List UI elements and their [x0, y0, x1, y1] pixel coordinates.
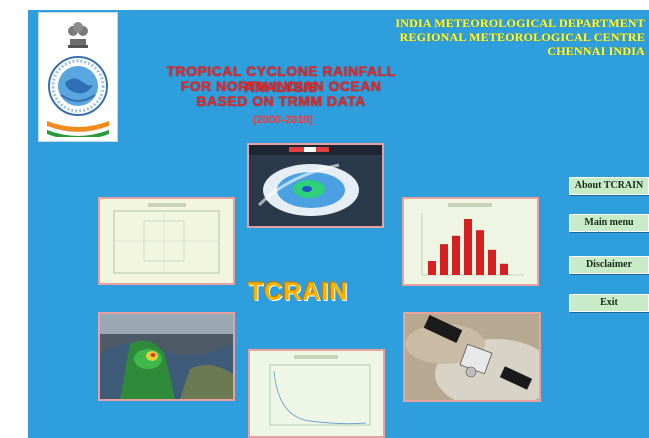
line-plot-graphic: [250, 351, 383, 436]
exit-button[interactable]: Exit: [569, 294, 649, 312]
department-name: INDIA METEOROLOGICAL DEPARTMENT: [395, 16, 645, 30]
location-name: CHENNAI INDIA: [547, 44, 645, 58]
bar-6: [488, 249, 496, 275]
about-tcrain-button[interactable]: About TCRAIN: [569, 177, 649, 195]
contour-plot-graphic: [100, 199, 233, 283]
imd-logo-panel: [38, 12, 118, 142]
imd-globe-icon: [48, 56, 108, 116]
contour-plot-thumbnail: [98, 197, 235, 285]
satellite-image-graphic: [249, 145, 382, 226]
main-menu-button[interactable]: Main menu: [569, 214, 649, 232]
trmm-satellite-graphic: [405, 314, 539, 400]
trmm-satellite-image: [403, 312, 541, 402]
page-title-line-3: BASED ON TRMM DATA: [196, 93, 366, 109]
rainfall-line-plot-thumbnail: [248, 349, 385, 438]
centre-name: REGIONAL METEOROLOGICAL CENTRE: [399, 30, 645, 44]
disclaimer-button[interactable]: Disclaimer: [569, 256, 649, 274]
tcrain-logo: TCRAIN: [248, 278, 349, 306]
cyclone-satellite-image: [247, 143, 384, 228]
bar-7: [500, 263, 508, 275]
national-emblem-icon: [68, 22, 88, 48]
3d-rainfall-graphic: [100, 314, 233, 399]
period-label: (2000-2010): [253, 114, 313, 126]
bar-2: [440, 244, 448, 275]
splash-screen: INDIA METEOROLOGICAL DEPARTMENT REGIONAL…: [28, 10, 649, 438]
rainfall-bar-chart-thumbnail: [402, 197, 539, 286]
bar-5: [476, 230, 484, 275]
bar-4: [464, 219, 472, 275]
flag-ribbon-icon: [46, 121, 110, 137]
3d-rainfall-image: [98, 312, 235, 401]
bar-chart-graphic: [404, 199, 537, 284]
bar-1: [428, 261, 436, 275]
bar-3: [452, 235, 460, 275]
page-title-line-2: FOR NORTH INDIAN OCEAN: [180, 78, 382, 94]
